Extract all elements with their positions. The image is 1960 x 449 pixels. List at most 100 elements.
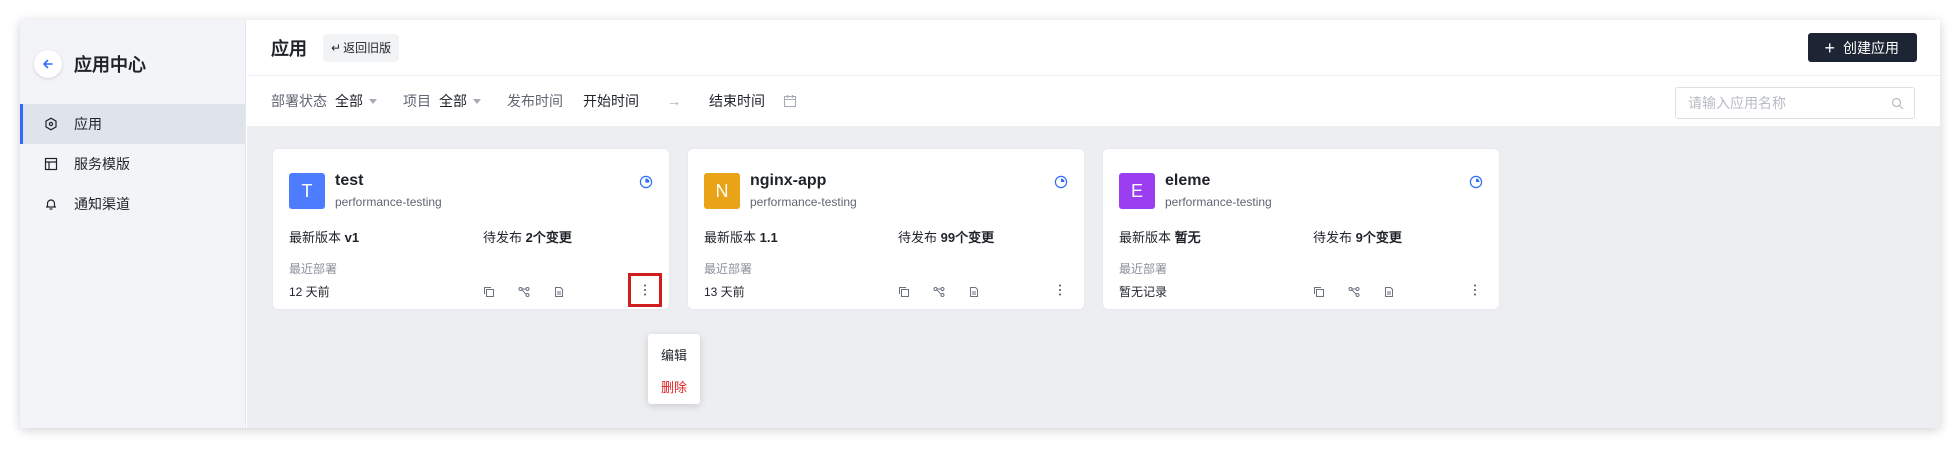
create-app-button[interactable]: + 创建应用 (1808, 33, 1917, 62)
latest-version: 最新版本 暂无 (1119, 227, 1201, 246)
card-header: E eleme performance-testing (1119, 171, 1272, 209)
card-actions (1313, 286, 1418, 298)
clock-status-icon (1469, 175, 1483, 189)
pending-label: 待发布 (898, 230, 938, 245)
caret-down-icon (369, 98, 377, 104)
more-actions-button[interactable] (1461, 276, 1489, 304)
pending-changes: 待发布 9个变更 (1313, 227, 1402, 246)
app-name[interactable]: test (335, 171, 442, 191)
more-actions-button[interactable] (628, 273, 662, 307)
app-names: test performance-testing (335, 171, 442, 209)
app-project: performance-testing (1165, 195, 1272, 209)
latest-version-label: 最新版本 (704, 230, 757, 245)
search-input[interactable]: 请输入应用名称 (1675, 87, 1915, 119)
more-vertical-icon (1059, 284, 1061, 296)
app-names: eleme performance-testing (1165, 171, 1272, 209)
latest-version-value: v1 (344, 230, 360, 245)
end-time-input[interactable]: 结束时间 (709, 91, 765, 111)
copy-icon[interactable] (483, 286, 495, 298)
project-label: 项目 (403, 93, 431, 109)
app-project: performance-testing (750, 195, 857, 209)
app-names: nginx-app performance-testing (750, 171, 857, 209)
app-card[interactable]: T test performance-testing 最新版本 v1 待发布 2… (272, 148, 670, 310)
copy-icon[interactable] (898, 286, 910, 298)
latest-version: 最新版本 1.1 (704, 227, 778, 246)
more-actions-button[interactable] (1046, 276, 1074, 304)
latest-version-label: 最新版本 (1119, 230, 1172, 245)
more-vertical-icon (1474, 284, 1476, 296)
card-context-menu: 编辑 删除 (648, 334, 700, 404)
delete-menu-item[interactable]: 删除 (648, 370, 700, 402)
pending-value: 9个变更 (1355, 230, 1402, 245)
more-vertical-icon (644, 284, 646, 296)
latest-version-label: 最新版本 (289, 230, 342, 245)
sidebar-item-label: 通知渠道 (74, 196, 130, 212)
sidebar-nav: 应用 服务模版 通知渠道 (20, 104, 245, 224)
main-content: 应用 ↵ 返回旧版 + 创建应用 部署状态 全部 项目 全部 发布时间 开始时间 (247, 20, 1940, 428)
pending-value: 2个变更 (525, 230, 572, 245)
search-placeholder: 请输入应用名称 (1688, 95, 1786, 111)
app-avatar: N (704, 173, 740, 209)
sidebar-item-templates[interactable]: 服务模版 (20, 144, 245, 184)
create-app-label: 创建应用 (1843, 39, 1899, 56)
card-actions (898, 286, 1003, 298)
project-select[interactable]: 全部 (439, 91, 481, 111)
app-window: 应用中心 应用 服务模版 通知渠道 应用 ↵ 返回旧版 + 创建应用 部署状态 … (20, 20, 1940, 428)
recent-deploy-label: 最近部署 (289, 262, 338, 276)
app-name[interactable]: eleme (1165, 171, 1272, 191)
workflow-icon[interactable] (933, 286, 945, 298)
card-header: N nginx-app performance-testing (704, 171, 857, 209)
app-card[interactable]: E eleme performance-testing 最新版本 暂无 待发布 … (1102, 148, 1500, 310)
sidebar-item-label: 服务模版 (74, 156, 130, 172)
card-header: T test performance-testing (289, 171, 442, 209)
template-icon (44, 157, 58, 171)
deploy-status-value: 全部 (335, 93, 363, 109)
sidebar-header: 应用中心 (20, 42, 245, 86)
sidebar: 应用中心 应用 服务模版 通知渠道 (20, 20, 246, 428)
hexagon-icon (45, 117, 57, 131)
publish-time-label: 发布时间 (507, 93, 563, 109)
arrow-right-icon: → (667, 93, 681, 109)
calendar-icon[interactable] (783, 94, 797, 108)
clock-status-icon (639, 175, 653, 189)
edit-menu-item[interactable]: 编辑 (648, 338, 700, 370)
sidebar-item-notify[interactable]: 通知渠道 (20, 184, 245, 224)
workflow-icon[interactable] (1348, 286, 1360, 298)
sidebar-item-apps[interactable]: 应用 (20, 104, 245, 144)
document-icon[interactable] (553, 286, 565, 298)
bell-icon (45, 199, 57, 210)
pending-value: 99个变更 (940, 230, 995, 245)
document-icon[interactable] (1383, 286, 1395, 298)
app-avatar: E (1119, 173, 1155, 209)
pending-changes: 待发布 2个变更 (483, 227, 572, 246)
back-button[interactable] (34, 50, 62, 78)
sidebar-item-label: 应用 (74, 116, 102, 132)
start-time-input[interactable]: 开始时间 (583, 91, 639, 111)
app-card[interactable]: N nginx-app performance-testing 最新版本 1.1… (687, 148, 1085, 310)
clock-status-icon (1054, 175, 1068, 189)
filter-bar: 部署状态 全部 项目 全部 发布时间 开始时间 → 结束时间 请输入应用名称 (247, 76, 1940, 126)
search-icon (1891, 97, 1904, 110)
recent-deploy-label: 最近部署 (1119, 262, 1168, 276)
document-icon[interactable] (968, 286, 980, 298)
app-name[interactable]: nginx-app (750, 171, 857, 191)
workflow-icon[interactable] (518, 286, 530, 298)
latest-version-value: 暂无 (1174, 230, 1201, 245)
pending-changes: 待发布 99个变更 (898, 227, 994, 246)
project-value: 全部 (439, 93, 467, 109)
app-project: performance-testing (335, 195, 442, 209)
back-to-old-version-button[interactable]: ↵ 返回旧版 (323, 33, 400, 62)
recent-deploy-value: 12 天前 (289, 285, 330, 299)
deploy-status-select[interactable]: 全部 (335, 91, 377, 111)
copy-icon[interactable] (1313, 286, 1325, 298)
pending-label: 待发布 (483, 230, 523, 245)
latest-version-value: 1.1 (759, 230, 778, 245)
caret-down-icon (473, 98, 481, 104)
recent-deploy-label: 最近部署 (704, 262, 753, 276)
arrow-left-icon (43, 59, 53, 69)
deploy-status-label: 部署状态 (271, 93, 327, 109)
page-title: 应用 (271, 38, 307, 59)
old-version-label: 返回旧版 (343, 41, 392, 55)
top-bar: 应用 ↵ 返回旧版 + 创建应用 (247, 20, 1940, 76)
recent-deploy-value: 13 天前 (704, 285, 745, 299)
